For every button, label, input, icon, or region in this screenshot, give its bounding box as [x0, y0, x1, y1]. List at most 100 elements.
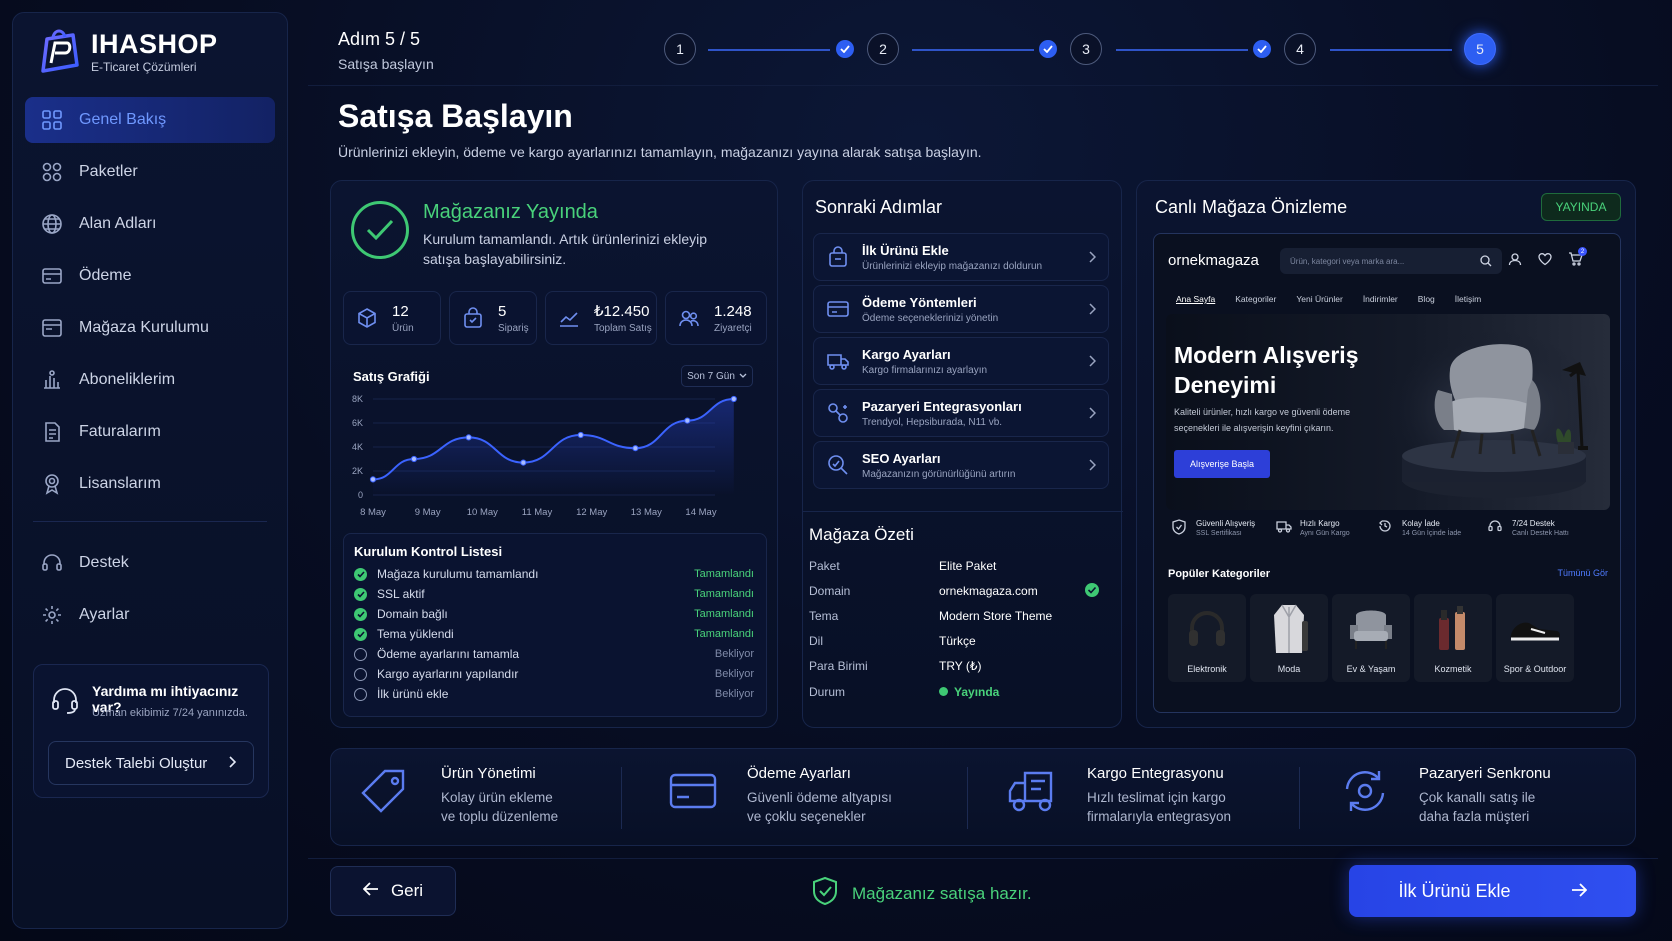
help-subtitle: Uzman ekibimiz 7/24 yanınızda. — [92, 707, 248, 719]
store-preview-frame[interactable]: ornekmagaza Ürün, kategori veya marka ar… — [1153, 233, 1621, 713]
sidebar-item-genel-bakis[interactable]: Genel Bakış — [25, 97, 275, 143]
checklist-status: Tamamlandı — [694, 588, 754, 600]
sidebar-item-odeme[interactable]: Ödeme — [25, 253, 275, 299]
armchair-thumb-image — [1341, 600, 1401, 658]
check-circle-icon — [351, 201, 409, 259]
truck-icon — [1007, 765, 1059, 817]
x-tick-label: 8 May — [360, 507, 386, 518]
feature-sub: Canlı Destek Hattı — [1512, 530, 1569, 537]
brand-name: IHASHOP — [91, 29, 218, 59]
trend-chart-icon — [558, 307, 580, 329]
sidebar-divider — [33, 521, 267, 522]
ready-status: Mağazanız satışa hazır. — [812, 876, 1032, 911]
sidebar-item-aboneliklerim[interactable]: Aboneliklerim — [25, 357, 275, 403]
feature-line: Kolay ürün ekleme — [441, 790, 553, 805]
summary-key: Tema — [809, 609, 839, 623]
features-strip: Ürün Yönetimi Kolay ürün ekleme ve toplu d… — [330, 748, 1636, 846]
sidebar-nav: Genel Bakış Paketler Alan Adları Ödeme M… — [25, 97, 275, 644]
summary-row-language: Dil Türkçe — [809, 634, 1099, 652]
checklist-item: Tema yüklendi Tamamlandı — [354, 624, 754, 644]
step-connector — [912, 49, 1034, 51]
range-label: Son 7 Gün — [687, 370, 735, 382]
sidebar-item-alan-adlari[interactable]: Alan Adları — [25, 201, 275, 247]
step-2[interactable]: 2 — [867, 33, 899, 65]
back-button[interactable]: Geri — [330, 866, 456, 916]
summary-key: Paket — [809, 559, 840, 573]
checklist-item: SSL aktif Tamamlandı — [354, 584, 754, 604]
step-5-current[interactable]: 5 — [1464, 33, 1496, 65]
next-step-seo[interactable]: SEO Ayarları Mağazanızın görünürlüğünü ar… — [813, 441, 1109, 489]
sidebar-item-ayarlar[interactable]: Ayarlar — [25, 592, 275, 638]
next-step-marketplace[interactable]: Pazaryeri Entegrasyonları Trendyol, Hepsi… — [813, 389, 1109, 437]
step-3[interactable]: 3 — [1070, 33, 1102, 65]
live-title: Mağazanız Yayında — [423, 201, 598, 223]
headphones-image — [1177, 600, 1237, 658]
feature-shipping-integration: Kargo Entegrasyonu Hızlı teslimat için ka… — [1007, 765, 1267, 826]
support-icon — [1488, 519, 1504, 533]
chevron-right-icon — [1088, 302, 1097, 320]
stat-label: Sipariş — [498, 322, 529, 334]
feature-title: 7/24 Destek — [1512, 519, 1555, 528]
store-search-input: Ürün, kategori veya marka ara... — [1280, 248, 1502, 274]
hero-subtitle: Kaliteli ürünler, hızlı kargo ve güvenli… — [1174, 407, 1351, 433]
chevron-right-icon — [1088, 354, 1097, 372]
next-step-title: SEO Ayarları — [862, 450, 941, 466]
credit-card-icon — [41, 265, 63, 287]
checklist-status: Bekliyor — [714, 688, 754, 700]
sync-icon — [1339, 765, 1391, 817]
next-steps-panel: Sonraki Adımlar İlk Ürünü Ekle Ürünlerini… — [802, 180, 1123, 728]
integration-icon — [826, 401, 850, 425]
next-step-subtitle: Mağazanızın görünürlüğünü artırın — [862, 468, 1016, 480]
next-step-add-product[interactable]: İlk Ürünü Ekle Ürünlerinizi ekleyip mağaz… — [813, 233, 1109, 281]
checklist-label: SSL aktif — [377, 587, 425, 601]
return-icon — [1378, 519, 1394, 533]
store-hero-banner: Modern Alışveriş Deneyimi Kaliteli ürünl… — [1166, 314, 1610, 510]
range-dropdown[interactable]: Son 7 Gün — [681, 365, 753, 387]
y-tick-label: 6K — [352, 418, 363, 428]
create-support-ticket-button[interactable]: Destek Talebi Oluştur — [48, 741, 254, 785]
checklist-item: Mağaza kurulumu tamamlandı Tamamlandı — [354, 564, 754, 584]
shopping-bag-icon — [462, 307, 484, 329]
users-icon — [678, 307, 700, 329]
step-label: Adım 5 / 5 — [338, 29, 421, 49]
feature-sub: 14 Gün İçinde İade — [1402, 530, 1462, 537]
stat-label: Ziyaretçi — [714, 322, 752, 334]
feature-title: Ödeme Ayarları — [747, 765, 851, 782]
seo-search-icon — [826, 453, 850, 477]
sidebar-item-faturalarim[interactable]: Faturalarım — [25, 409, 275, 455]
gear-icon — [41, 604, 63, 626]
feature-divider — [621, 767, 622, 829]
summary-value: Elite Paket — [939, 559, 997, 573]
summary-value: Yayında — [954, 685, 1000, 699]
sidebar-item-paketler[interactable]: Paketler — [25, 149, 275, 195]
sidebar-item-destek[interactable]: Destek — [25, 540, 275, 586]
next-step-shipping[interactable]: Kargo Ayarları Kargo firmalarınızı ayarla… — [813, 337, 1109, 385]
next-step-title: Kargo Ayarları — [862, 346, 951, 362]
step-4[interactable]: 4 — [1284, 33, 1316, 65]
app-window: IHASHOP E-Ticaret Çözümleri Genel Bakış … — [0, 0, 1672, 941]
check-icon — [1039, 40, 1057, 58]
sidebar-item-lisanslarim[interactable]: Lisanslarım — [25, 461, 275, 507]
stat-card-orders: 5 Sipariş — [449, 291, 537, 345]
arrow-left-icon — [362, 881, 379, 901]
stat-value: ₺12.450 — [594, 303, 650, 320]
next-step-title: İlk Ürünü Ekle — [862, 242, 949, 258]
category-card: Elektronik — [1168, 594, 1246, 682]
next-step-payment-methods[interactable]: Ödeme Yöntemleri Ödeme seçeneklerinizi yö… — [813, 285, 1109, 333]
sidebar-item-label: Ayarlar — [79, 606, 130, 623]
step-1[interactable]: 1 — [664, 33, 696, 65]
store-nav-item: Blog — [1417, 294, 1435, 304]
step-connector — [1330, 49, 1452, 51]
check-circle-icon — [354, 607, 367, 621]
add-first-product-button[interactable]: İlk Ürünü Ekle — [1349, 865, 1636, 917]
summary-title: Mağaza Özeti — [809, 525, 914, 544]
next-step-subtitle: Trendyol, Hepsiburada, N11 vb. — [862, 416, 1003, 428]
store-header-icons: 2 — [1508, 247, 1587, 271]
check-icon — [836, 40, 854, 58]
sidebar-item-magaza-kurulumu[interactable]: Mağaza Kurulumu — [25, 305, 275, 351]
empty-circle-icon — [354, 687, 367, 701]
feature-line: Çok kanallı satış ile — [1419, 790, 1536, 805]
feature-divider — [1299, 767, 1300, 829]
store-nav-item: Kategoriler — [1235, 294, 1277, 304]
sidebar-item-label: Genel Bakış — [79, 111, 167, 128]
